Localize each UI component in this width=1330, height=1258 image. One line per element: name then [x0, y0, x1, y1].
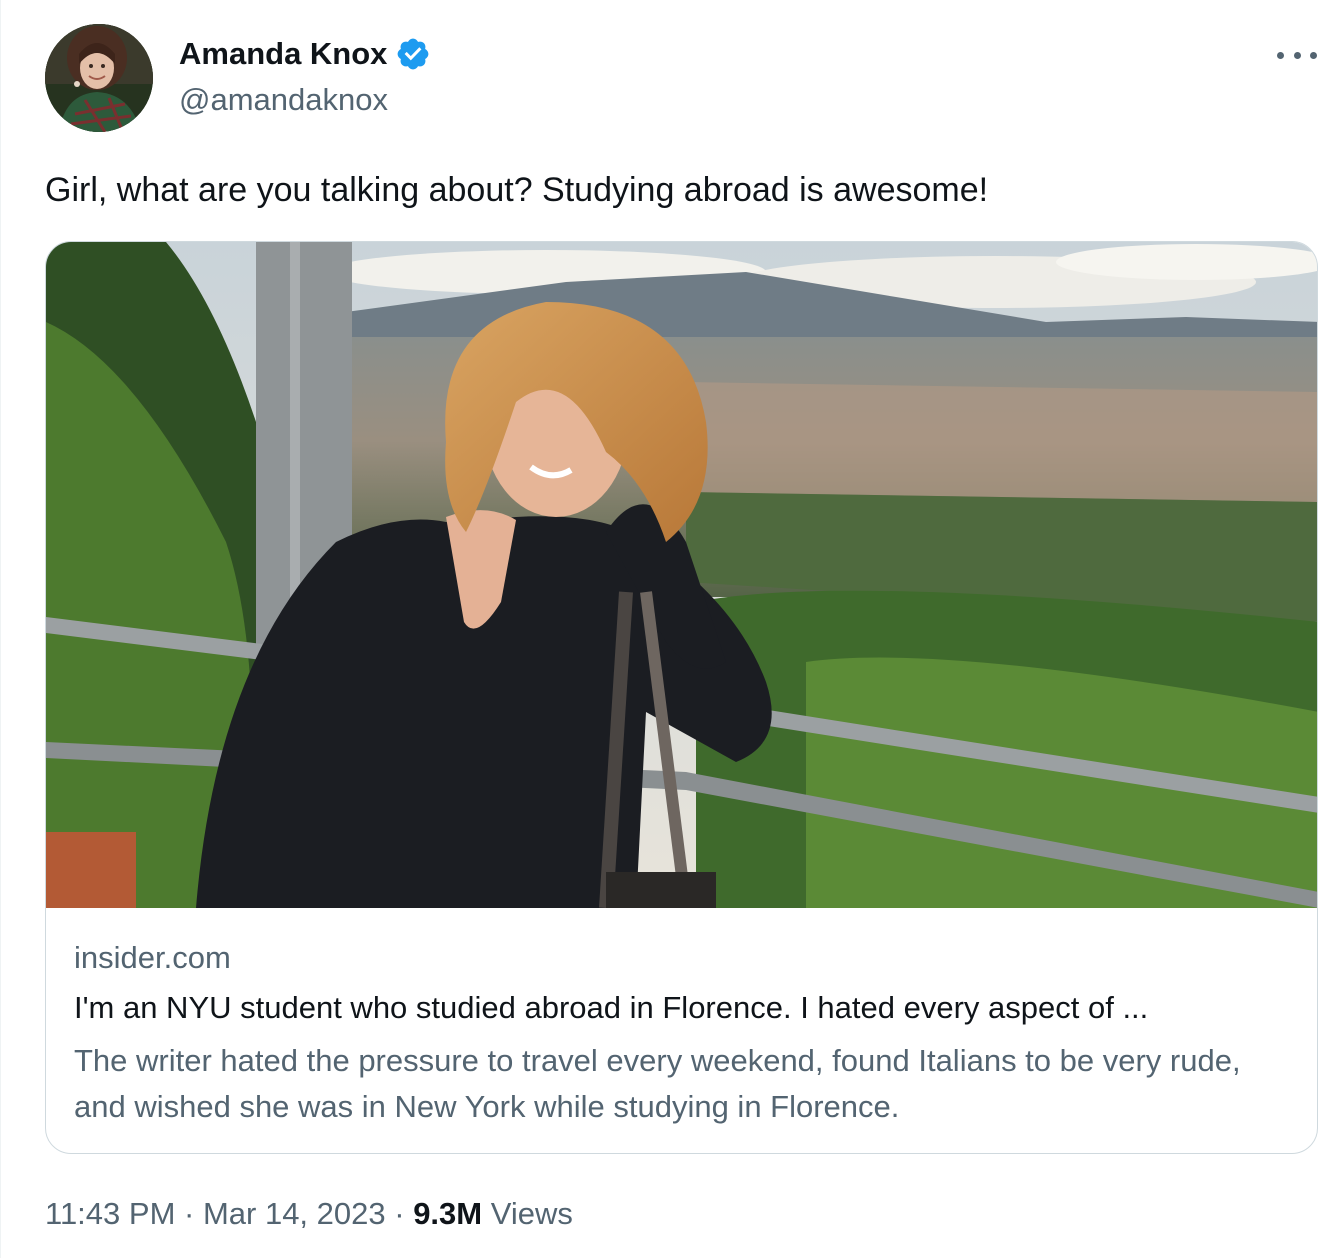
card-title: I'm an NYU student who studied abroad in… [74, 990, 1149, 1025]
tweet-text: Girl, what are you talking about? Studyi… [45, 171, 989, 209]
author-handle[interactable]: @amandaknox [179, 82, 388, 118]
author-display-name[interactable]: Amanda Knox [179, 36, 387, 72]
meta-separator: · [175, 1196, 203, 1231]
avatar[interactable] [45, 24, 153, 132]
woman-overlooking-florence-photo [46, 242, 1317, 908]
tweet-container: Amanda Knox @amandaknox Girl, what are y… [0, 0, 1330, 1258]
card-body[interactable]: insider.com I'm an NYU student who studi… [46, 908, 1317, 1153]
card-description: The writer hated the pressure to travel … [74, 1043, 1241, 1124]
author-name-row[interactable]: Amanda Knox [179, 34, 431, 74]
meta-separator: · [385, 1196, 414, 1231]
card-image[interactable] [46, 242, 1317, 908]
tweet-meta: 11:43 PM · Mar 14, 2023 · 9.3M Views [45, 1194, 573, 1234]
link-card[interactable]: insider.com I'm an NYU student who studi… [45, 241, 1318, 1154]
more-dot [1293, 51, 1301, 59]
views-count[interactable]: 9.3M [413, 1196, 482, 1232]
tweet-time[interactable]: 11:43 PM [45, 1196, 175, 1232]
more-horizontal-icon [1277, 51, 1284, 59]
views-label: Views [482, 1196, 573, 1231]
verified-badge-icon [398, 38, 429, 70]
more-options-button[interactable] [1277, 40, 1317, 70]
tweet-date[interactable]: Mar 14, 2023 [203, 1196, 386, 1232]
more-dot [1310, 51, 1317, 59]
card-domain: insider.com [74, 940, 231, 975]
profile-photo [45, 24, 153, 132]
